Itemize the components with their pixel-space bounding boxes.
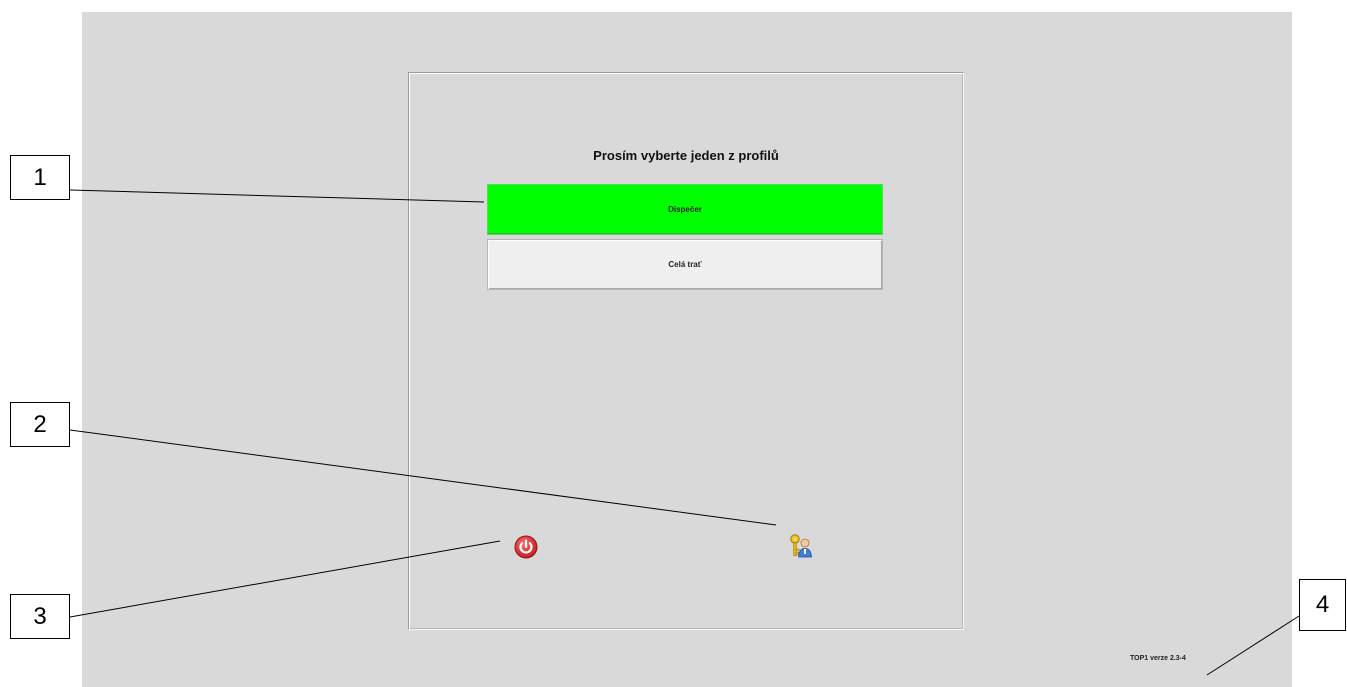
panel-title: Prosím vyberte jeden z profilů [593, 148, 779, 163]
version-label: TOP1 verze 2.3-4 [1130, 655, 1186, 662]
profile-button-dispecer[interactable]: Dispečer [487, 184, 883, 235]
app-screen: Prosím vyberte jeden z profilů Dispečer … [82, 12, 1292, 687]
callout-box-2: 2 [10, 402, 70, 447]
profile-button-label: Celá trať [668, 260, 702, 269]
user-key-icon[interactable] [787, 533, 813, 559]
callout-box-4: 4 [1299, 579, 1346, 631]
profile-button-label: Dispečer [668, 205, 702, 214]
callout-box-3: 3 [10, 594, 70, 639]
annotated-screenshot: Prosím vyberte jeden z profilů Dispečer … [0, 0, 1347, 687]
callout-box-1: 1 [10, 155, 70, 200]
power-icon[interactable] [513, 534, 539, 560]
profile-selection-panel: Prosím vyberte jeden z profilů Dispečer … [408, 72, 964, 630]
profile-button-cela-trat[interactable]: Celá trať [487, 239, 883, 290]
